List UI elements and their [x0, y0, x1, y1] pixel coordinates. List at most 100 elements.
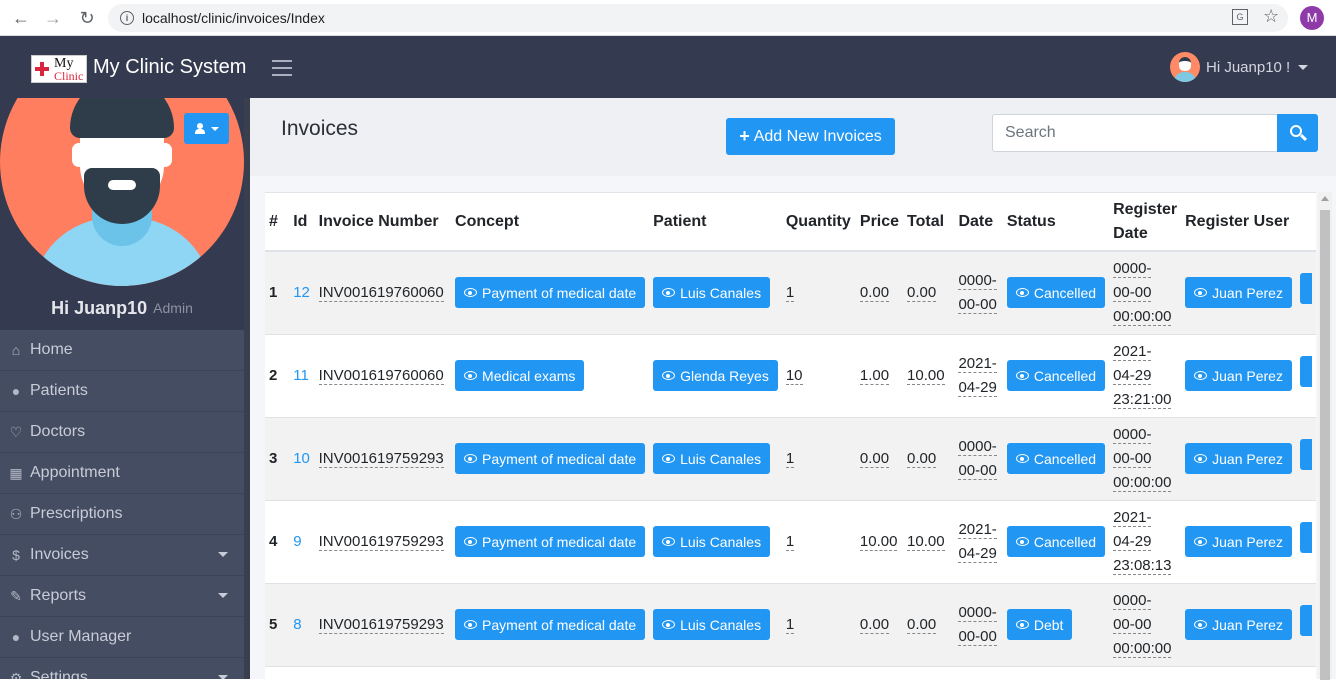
col-header-total[interactable]: Total: [903, 193, 955, 252]
col-header-date[interactable]: Date: [954, 193, 1003, 252]
row-actions-button[interactable]: [1299, 356, 1312, 387]
date-line-2[interactable]: 00-00: [958, 461, 997, 480]
quantity-value[interactable]: 1: [785, 615, 795, 634]
concept-button[interactable]: Payment of medical date: [455, 526, 646, 557]
date-line-1[interactable]: 2021-: [958, 520, 997, 539]
register-date-line-3[interactable]: 00:00:00: [1113, 307, 1172, 326]
info-icon[interactable]: i: [120, 11, 134, 25]
sidebar-item-prescriptions[interactable]: ⚇ Prescriptions: [0, 494, 244, 535]
row-actions-button[interactable]: [1299, 522, 1312, 553]
sidebar-item-doctors[interactable]: ♡ Doctors: [0, 412, 244, 453]
brand-name[interactable]: My Clinic System: [93, 56, 246, 79]
register-date-line-1[interactable]: 0000-: [1113, 259, 1152, 278]
forward-arrow-icon[interactable]: →: [42, 7, 64, 29]
col-header-price[interactable]: Price: [855, 193, 904, 252]
sidebar-item-user-manager[interactable]: ● User Manager: [0, 617, 244, 658]
register-date-line-3[interactable]: 00:00:00: [1113, 639, 1172, 658]
date-line-1[interactable]: 2021-: [958, 354, 997, 373]
sidebar-item-home[interactable]: ⌂ Home: [0, 330, 244, 371]
quantity-value[interactable]: 1: [785, 449, 795, 468]
register-date-line-3[interactable]: 00:00:00: [1113, 473, 1172, 492]
total-value[interactable]: 10.00: [907, 366, 945, 385]
scrollbar-thumb[interactable]: [1320, 210, 1330, 680]
register-user-button[interactable]: Juan Perez: [1185, 443, 1292, 474]
row-id-link[interactable]: 8: [289, 583, 315, 667]
register-user-button[interactable]: Juan Perez: [1185, 609, 1292, 640]
quantity-value[interactable]: 10: [785, 366, 803, 385]
row-actions-button[interactable]: [1299, 605, 1312, 636]
concept-button[interactable]: Medical exams: [455, 360, 585, 391]
sidebar-item-patients[interactable]: ● Patients: [0, 371, 244, 412]
sidebar-item-appointment[interactable]: ▦ Appointment: [0, 453, 244, 494]
date-line-2[interactable]: 04-29: [958, 544, 997, 563]
hamburger-menu-icon[interactable]: [272, 60, 292, 76]
reload-icon[interactable]: ↻: [76, 7, 98, 29]
col-header-patient[interactable]: Patient: [649, 193, 782, 252]
search-input[interactable]: [992, 114, 1278, 152]
total-value[interactable]: 0.00: [907, 283, 937, 302]
concept-button[interactable]: Payment of medical date: [455, 443, 646, 474]
date-line-2[interactable]: 00-00: [958, 295, 997, 314]
register-date-line-2[interactable]: 04-29: [1113, 366, 1152, 385]
register-date-line-2[interactable]: 04-29: [1113, 532, 1152, 551]
invoice-number[interactable]: INV001619759293: [318, 532, 444, 551]
address-bar[interactable]: i localhost/clinic/invoices/Index: [108, 4, 1288, 32]
status-button[interactable]: Cancelled: [1006, 360, 1106, 391]
col-header-quantity[interactable]: Quantity: [781, 193, 856, 252]
register-date-line-1[interactable]: 2021-: [1113, 342, 1152, 361]
bookmark-star-icon[interactable]: ☆: [1263, 6, 1279, 27]
status-button[interactable]: Cancelled: [1006, 277, 1106, 309]
date-line-1[interactable]: 0000-: [958, 271, 997, 290]
price-value[interactable]: 10.00: [859, 532, 898, 551]
sidebar-item-invoices[interactable]: $ Invoices: [0, 535, 244, 576]
quantity-value[interactable]: 1: [785, 532, 795, 551]
col-header-invoice-number[interactable]: Invoice Number: [314, 193, 452, 252]
col-header-number[interactable]: #: [265, 193, 290, 252]
scroll-up-arrow-icon[interactable]: [1321, 196, 1329, 201]
col-header-id[interactable]: Id: [289, 193, 315, 252]
col-header-status[interactable]: Status: [1002, 193, 1110, 252]
status-button[interactable]: Cancelled: [1006, 526, 1106, 557]
browser-profile-avatar[interactable]: M: [1300, 6, 1324, 30]
date-line-2[interactable]: 04-29: [958, 378, 997, 397]
price-value[interactable]: 0.00: [859, 283, 890, 302]
price-value[interactable]: 1.00: [859, 366, 890, 385]
register-user-button[interactable]: Juan Perez: [1185, 360, 1292, 391]
clinic-logo[interactable]: My Clinic: [31, 55, 87, 83]
patient-button[interactable]: Luis Canales: [653, 443, 771, 474]
add-new-invoice-button[interactable]: + Add New Invoices: [726, 118, 895, 155]
total-value[interactable]: 0.00: [907, 615, 937, 634]
search-button[interactable]: [1277, 114, 1318, 152]
patient-button[interactable]: Luis Canales: [653, 277, 771, 309]
register-date-line-1[interactable]: 2021-: [1113, 508, 1152, 527]
row-actions-button[interactable]: [1299, 273, 1312, 305]
register-user-button[interactable]: Juan Perez: [1185, 526, 1292, 557]
invoice-number[interactable]: INV001619759293: [318, 449, 444, 468]
row-id-link[interactable]: 11: [289, 334, 315, 418]
col-header-register-date[interactable]: Register Date: [1109, 193, 1182, 252]
register-date-line-1[interactable]: 0000-: [1113, 425, 1152, 444]
invoice-number[interactable]: INV001619759293: [318, 615, 444, 634]
row-actions-button[interactable]: [1299, 439, 1312, 470]
register-date-line-1[interactable]: 0000-: [1113, 591, 1152, 610]
status-button[interactable]: Debt: [1006, 609, 1073, 640]
date-line-1[interactable]: 0000-: [958, 437, 997, 456]
register-date-line-3[interactable]: 23:21:00: [1113, 390, 1172, 409]
price-value[interactable]: 0.00: [859, 615, 890, 634]
register-date-line-2[interactable]: 00-00: [1113, 449, 1152, 468]
price-value[interactable]: 0.00: [859, 449, 890, 468]
quantity-value[interactable]: 1: [785, 283, 795, 302]
date-line-2[interactable]: 00-00: [958, 627, 997, 646]
patient-button[interactable]: Luis Canales: [653, 526, 771, 557]
register-date-line-2[interactable]: 00-00: [1113, 615, 1152, 634]
sidebar-item-settings[interactable]: ⚙ Settings: [0, 658, 244, 679]
status-button[interactable]: Cancelled: [1006, 443, 1106, 474]
register-date-line-2[interactable]: 00-00: [1113, 283, 1152, 302]
patient-button[interactable]: Luis Canales: [653, 609, 771, 640]
register-date-line-3[interactable]: 23:08:13: [1113, 556, 1172, 575]
sidebar-item-reports[interactable]: ✎ Reports: [0, 576, 244, 617]
row-id-link[interactable]: 9: [289, 500, 315, 584]
table-scrollbar[interactable]: [1318, 192, 1332, 680]
total-value[interactable]: 10.00: [907, 532, 945, 551]
total-value[interactable]: 0.00: [907, 449, 937, 468]
